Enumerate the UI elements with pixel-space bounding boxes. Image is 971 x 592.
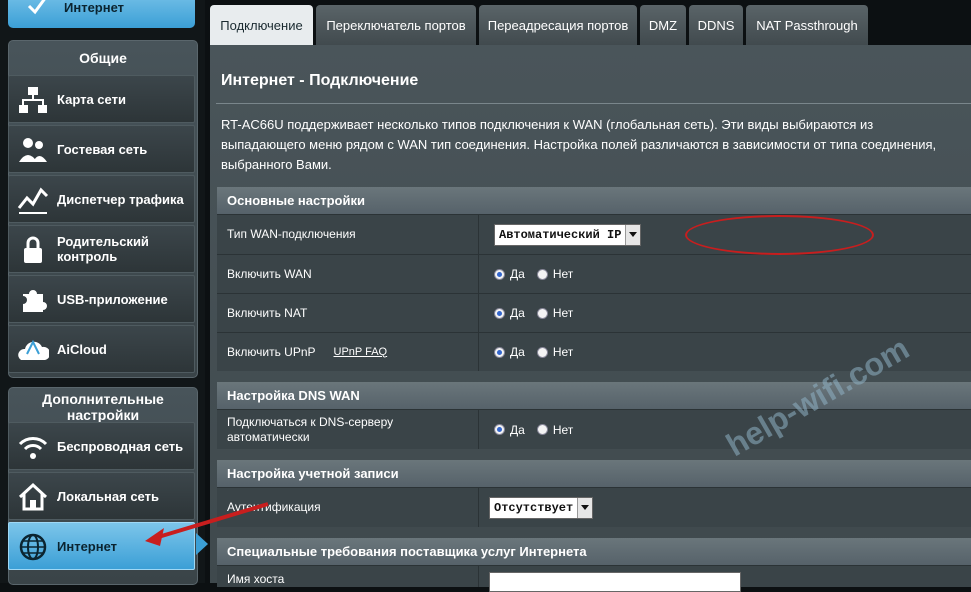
annotation-arrow-icon: [145, 502, 269, 546]
